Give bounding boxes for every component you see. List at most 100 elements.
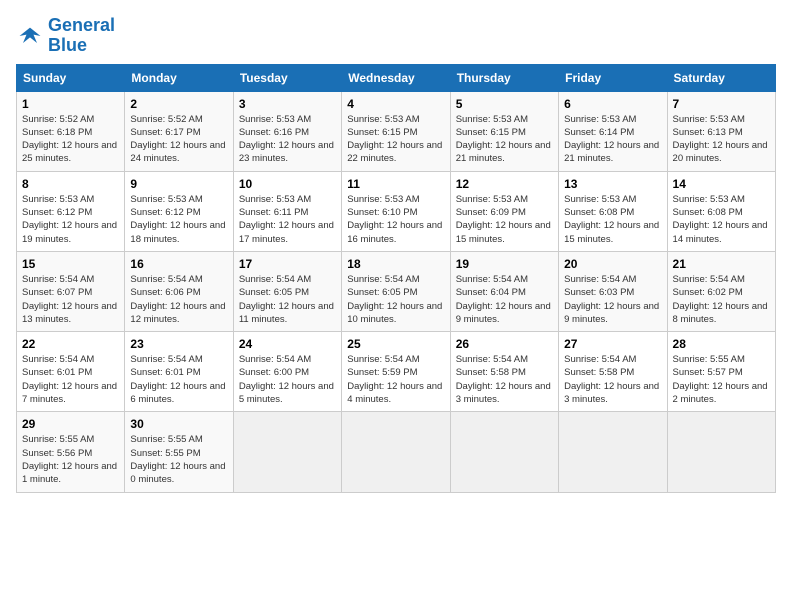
day-info: Sunrise: 5:54 AMSunset: 5:58 PMDaylight:… (564, 354, 659, 405)
day-cell-9: 9 Sunrise: 5:53 AMSunset: 6:12 PMDayligh… (125, 171, 233, 251)
day-number: 14 (673, 177, 770, 191)
day-cell-19: 19 Sunrise: 5:54 AMSunset: 6:04 PMDaylig… (450, 251, 558, 331)
day-cell-15: 15 Sunrise: 5:54 AMSunset: 6:07 PMDaylig… (17, 251, 125, 331)
day-cell-10: 10 Sunrise: 5:53 AMSunset: 6:11 PMDaylig… (233, 171, 341, 251)
day-number: 24 (239, 337, 336, 351)
day-info: Sunrise: 5:54 AMSunset: 5:58 PMDaylight:… (456, 354, 551, 405)
page-header: General Blue (16, 16, 776, 56)
day-info: Sunrise: 5:54 AMSunset: 6:02 PMDaylight:… (673, 274, 768, 325)
day-number: 16 (130, 257, 227, 271)
day-info: Sunrise: 5:55 AMSunset: 5:55 PMDaylight:… (130, 434, 225, 485)
day-info: Sunrise: 5:54 AMSunset: 6:05 PMDaylight:… (347, 274, 442, 325)
day-number: 2 (130, 97, 227, 111)
empty-cell (450, 412, 558, 492)
day-cell-8: 8 Sunrise: 5:53 AMSunset: 6:12 PMDayligh… (17, 171, 125, 251)
col-header-monday: Monday (125, 64, 233, 91)
day-cell-2: 2 Sunrise: 5:52 AMSunset: 6:17 PMDayligh… (125, 91, 233, 171)
day-number: 18 (347, 257, 444, 271)
empty-cell (559, 412, 667, 492)
day-number: 23 (130, 337, 227, 351)
day-cell-17: 17 Sunrise: 5:54 AMSunset: 6:05 PMDaylig… (233, 251, 341, 331)
day-info: Sunrise: 5:53 AMSunset: 6:08 PMDaylight:… (564, 194, 659, 245)
day-number: 12 (456, 177, 553, 191)
day-cell-30: 30 Sunrise: 5:55 AMSunset: 5:55 PMDaylig… (125, 412, 233, 492)
day-number: 11 (347, 177, 444, 191)
day-number: 17 (239, 257, 336, 271)
day-number: 30 (130, 417, 227, 431)
day-number: 7 (673, 97, 770, 111)
day-cell-7: 7 Sunrise: 5:53 AMSunset: 6:13 PMDayligh… (667, 91, 775, 171)
day-info: Sunrise: 5:55 AMSunset: 5:57 PMDaylight:… (673, 354, 768, 405)
day-number: 5 (456, 97, 553, 111)
day-cell-28: 28 Sunrise: 5:55 AMSunset: 5:57 PMDaylig… (667, 332, 775, 412)
empty-cell (667, 412, 775, 492)
col-header-sunday: Sunday (17, 64, 125, 91)
col-header-thursday: Thursday (450, 64, 558, 91)
day-cell-3: 3 Sunrise: 5:53 AMSunset: 6:16 PMDayligh… (233, 91, 341, 171)
day-info: Sunrise: 5:54 AMSunset: 6:00 PMDaylight:… (239, 354, 334, 405)
day-info: Sunrise: 5:53 AMSunset: 6:08 PMDaylight:… (673, 194, 768, 245)
day-number: 27 (564, 337, 661, 351)
day-info: Sunrise: 5:53 AMSunset: 6:15 PMDaylight:… (456, 114, 551, 165)
day-cell-29: 29 Sunrise: 5:55 AMSunset: 5:56 PMDaylig… (17, 412, 125, 492)
day-info: Sunrise: 5:52 AMSunset: 6:18 PMDaylight:… (22, 114, 117, 165)
calendar-week-1: 1 Sunrise: 5:52 AMSunset: 6:18 PMDayligh… (17, 91, 776, 171)
day-number: 28 (673, 337, 770, 351)
day-cell-14: 14 Sunrise: 5:53 AMSunset: 6:08 PMDaylig… (667, 171, 775, 251)
col-header-wednesday: Wednesday (342, 64, 450, 91)
day-info: Sunrise: 5:53 AMSunset: 6:09 PMDaylight:… (456, 194, 551, 245)
day-number: 8 (22, 177, 119, 191)
day-cell-23: 23 Sunrise: 5:54 AMSunset: 6:01 PMDaylig… (125, 332, 233, 412)
day-cell-13: 13 Sunrise: 5:53 AMSunset: 6:08 PMDaylig… (559, 171, 667, 251)
day-cell-22: 22 Sunrise: 5:54 AMSunset: 6:01 PMDaylig… (17, 332, 125, 412)
day-info: Sunrise: 5:53 AMSunset: 6:10 PMDaylight:… (347, 194, 442, 245)
col-header-tuesday: Tuesday (233, 64, 341, 91)
day-number: 9 (130, 177, 227, 191)
calendar-week-4: 22 Sunrise: 5:54 AMSunset: 6:01 PMDaylig… (17, 332, 776, 412)
day-info: Sunrise: 5:54 AMSunset: 6:01 PMDaylight:… (130, 354, 225, 405)
day-info: Sunrise: 5:54 AMSunset: 6:05 PMDaylight:… (239, 274, 334, 325)
day-number: 13 (564, 177, 661, 191)
day-info: Sunrise: 5:54 AMSunset: 6:06 PMDaylight:… (130, 274, 225, 325)
day-cell-4: 4 Sunrise: 5:53 AMSunset: 6:15 PMDayligh… (342, 91, 450, 171)
day-info: Sunrise: 5:53 AMSunset: 6:16 PMDaylight:… (239, 114, 334, 165)
logo-icon (16, 22, 44, 50)
empty-cell (233, 412, 341, 492)
col-header-saturday: Saturday (667, 64, 775, 91)
day-cell-1: 1 Sunrise: 5:52 AMSunset: 6:18 PMDayligh… (17, 91, 125, 171)
day-number: 4 (347, 97, 444, 111)
day-cell-21: 21 Sunrise: 5:54 AMSunset: 6:02 PMDaylig… (667, 251, 775, 331)
day-cell-18: 18 Sunrise: 5:54 AMSunset: 6:05 PMDaylig… (342, 251, 450, 331)
day-number: 25 (347, 337, 444, 351)
day-cell-24: 24 Sunrise: 5:54 AMSunset: 6:00 PMDaylig… (233, 332, 341, 412)
day-info: Sunrise: 5:54 AMSunset: 6:03 PMDaylight:… (564, 274, 659, 325)
day-number: 29 (22, 417, 119, 431)
col-header-friday: Friday (559, 64, 667, 91)
day-info: Sunrise: 5:55 AMSunset: 5:56 PMDaylight:… (22, 434, 117, 485)
day-info: Sunrise: 5:54 AMSunset: 5:59 PMDaylight:… (347, 354, 442, 405)
day-number: 3 (239, 97, 336, 111)
day-number: 22 (22, 337, 119, 351)
day-info: Sunrise: 5:53 AMSunset: 6:12 PMDaylight:… (130, 194, 225, 245)
day-cell-20: 20 Sunrise: 5:54 AMSunset: 6:03 PMDaylig… (559, 251, 667, 331)
day-cell-11: 11 Sunrise: 5:53 AMSunset: 6:10 PMDaylig… (342, 171, 450, 251)
logo: General Blue (16, 16, 115, 56)
day-cell-25: 25 Sunrise: 5:54 AMSunset: 5:59 PMDaylig… (342, 332, 450, 412)
day-cell-5: 5 Sunrise: 5:53 AMSunset: 6:15 PMDayligh… (450, 91, 558, 171)
calendar-week-2: 8 Sunrise: 5:53 AMSunset: 6:12 PMDayligh… (17, 171, 776, 251)
calendar-week-5: 29 Sunrise: 5:55 AMSunset: 5:56 PMDaylig… (17, 412, 776, 492)
day-number: 19 (456, 257, 553, 271)
day-info: Sunrise: 5:53 AMSunset: 6:14 PMDaylight:… (564, 114, 659, 165)
calendar-table: SundayMondayTuesdayWednesdayThursdayFrid… (16, 64, 776, 493)
day-info: Sunrise: 5:54 AMSunset: 6:01 PMDaylight:… (22, 354, 117, 405)
day-number: 21 (673, 257, 770, 271)
day-number: 15 (22, 257, 119, 271)
day-cell-12: 12 Sunrise: 5:53 AMSunset: 6:09 PMDaylig… (450, 171, 558, 251)
day-number: 10 (239, 177, 336, 191)
calendar-week-3: 15 Sunrise: 5:54 AMSunset: 6:07 PMDaylig… (17, 251, 776, 331)
logo-text: General Blue (48, 16, 115, 56)
day-info: Sunrise: 5:54 AMSunset: 6:04 PMDaylight:… (456, 274, 551, 325)
day-number: 20 (564, 257, 661, 271)
day-info: Sunrise: 5:53 AMSunset: 6:12 PMDaylight:… (22, 194, 117, 245)
day-info: Sunrise: 5:54 AMSunset: 6:07 PMDaylight:… (22, 274, 117, 325)
